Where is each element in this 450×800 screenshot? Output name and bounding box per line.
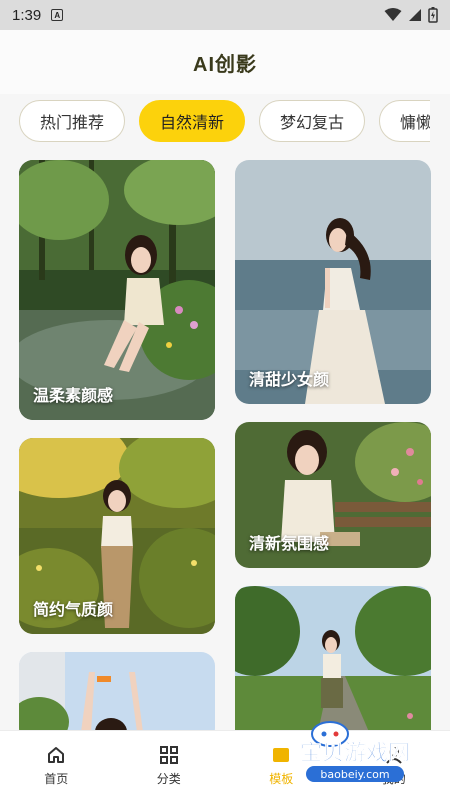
card-image: [19, 652, 215, 730]
card-label: 温柔素颜感: [33, 386, 114, 405]
tab-natural-fresh[interactable]: 自然清新: [139, 100, 246, 142]
card-label: 清甜少女颜: [249, 370, 330, 389]
nav-label: 分类: [156, 772, 181, 786]
template-card[interactable]: 简约气质颜: [19, 438, 215, 634]
bottom-nav: 首页 分类 模板 我的: [0, 730, 450, 800]
template-icon: [270, 744, 292, 766]
app-header: AI创影: [0, 30, 450, 94]
nav-category[interactable]: 分类: [113, 731, 226, 800]
template-card[interactable]: 清新氛围感: [235, 422, 431, 568]
template-card[interactable]: [19, 652, 215, 730]
card-label: 简约气质颜: [33, 600, 114, 619]
nav-label: 模板: [269, 772, 294, 786]
nav-template[interactable]: 模板: [225, 731, 338, 800]
user-icon: [383, 744, 405, 766]
card-image: [19, 160, 215, 420]
nav-label: 我的: [381, 772, 406, 786]
nav-label: 首页: [44, 772, 69, 786]
page-title: AI创影: [193, 53, 257, 76]
signal-icon: [409, 9, 421, 21]
card-image: [235, 586, 431, 730]
wifi-icon: [384, 8, 402, 21]
battery-icon: [428, 7, 438, 23]
notification-icon: A: [51, 9, 64, 21]
status-indicators: [384, 7, 438, 23]
template-card[interactable]: 清甜少女颜: [235, 160, 431, 404]
status-bar: 1:39 A: [0, 0, 450, 30]
card-label: 清新氛围感: [249, 534, 330, 553]
nav-mine[interactable]: 我的: [338, 731, 450, 800]
tab-lazy[interactable]: 慵懒: [379, 100, 430, 142]
home-icon: [45, 744, 67, 766]
status-time: 1:39: [12, 6, 42, 24]
tab-hot-recommend[interactable]: 热门推荐: [19, 100, 126, 142]
grid-icon: [158, 744, 180, 766]
tab-dreamy-retro[interactable]: 梦幻复古: [259, 100, 366, 142]
nav-home[interactable]: 首页: [0, 731, 113, 800]
category-tabs: 热门推荐 自然清新 梦幻复古 慵懒: [19, 96, 430, 146]
template-grid: 温柔素颜感 清甜少女颜 简约气质颜 清新氛围感: [19, 158, 431, 730]
template-card[interactable]: 温柔素颜感: [19, 160, 215, 420]
template-card[interactable]: [235, 586, 431, 730]
